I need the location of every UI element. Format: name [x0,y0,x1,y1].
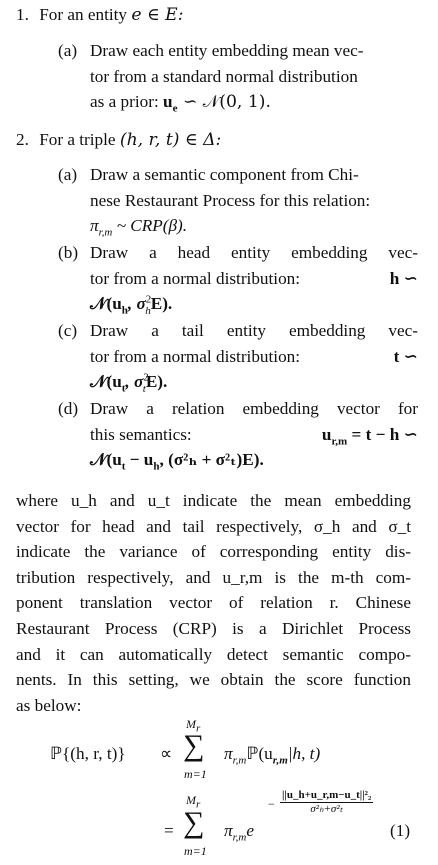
step-2c-line2-text: tor from a normal distribution: [90,346,301,366]
eq-sum2-upper-m: M [186,793,196,807]
paragraph-line: Restaurant Process (CRP) is a Dirichlet … [16,618,411,638]
eq-term1-p: ℙ(u [246,744,273,763]
eq-exponent-fraction: ||u_h+u_r,m−u_t||²₂ σ²ₕ+σ²ₜ [280,788,374,816]
step-1a-line1: Draw each entity embedding mean vec- [90,41,364,60]
step-1a-line3-text: as a prior: [90,92,159,112]
eq-term1-pi: π [224,744,233,763]
eq-propto: ∝ [160,744,173,763]
step-2b-line1: Draw a head entity embedding vec- [90,243,418,262]
step-2a-label: (a) [58,165,78,184]
eq-sum2-upper: Mr [186,793,200,810]
step-2d-body: Draw a relation embedding vector for thi… [90,396,418,473]
step-2a: (a) Draw a semantic component from Chi- … [58,162,418,239]
eq-exponent-numerator: ||u_h+u_r,m−u_t||²₂ [280,788,374,803]
eq-term2-sub: r,m [232,831,247,844]
step-2c: (c) Draw a tail entity embedding vec- to… [58,318,418,395]
step-2a-line3: πr,m ~ CRP(β). [90,213,418,239]
paragraph-line: as below: [16,695,82,715]
eq-sum2-lower: m=1 [184,844,207,858]
paper-page: 1. For an entity e ∈ E: (a) Draw each en… [0,0,438,865]
eq-term1-sub2: r,m [272,754,288,767]
body-paragraph: where u_h and u_t indicate the mean embe… [16,488,411,718]
paragraph-line: ponent translation vector of relation r.… [16,593,411,613]
step-2b-label: (b) [58,243,79,262]
eq-term2-pi: π [224,821,233,840]
step-2d-line2-u: u [321,424,332,444]
step-2d-line1: Draw a relation embedding vector for [90,399,418,418]
step-2d-line3-a: 𝒩(u [90,450,122,470]
step-2d-line3-mid: − u [125,450,154,470]
paragraph-line: nents. In this setting, we obtain the sc… [16,670,411,690]
step-1: 1. For an entity e ∈ E: [16,2,426,29]
step-1a-line3: as a prior: ue ∽ 𝒩(0, 1). [90,89,418,116]
step-2b: (b) Draw a head entity embedding vec- to… [58,240,418,317]
step-1-number: 1. [16,5,29,24]
step-2: 2. For a triple (h, r, t) ∈ Δ: [16,127,426,154]
step-2c-body: Draw a tail entity embedding vec- tor fr… [90,318,418,395]
paragraph-line: tribution respectively, and u_r,m is the… [16,567,411,587]
step-2d-line2-math: ur,m = t − h ∽ [322,422,418,448]
paragraph-line: where u_h and u_t indicate the mean embe… [16,491,411,510]
step-2b-line2-text: tor from a normal distribution: [90,268,301,288]
step-2a-body: Draw a semantic component from Chi- nese… [90,162,418,239]
step-2d-line2-sub: r,m [331,435,348,448]
eq-number: (1) [390,821,411,840]
eq-sum2-sigma: ∑ [183,806,205,839]
eq-lhs: ℙ{(h, r, t)} [50,744,126,763]
eq-sum1-sigma: ∑ [183,729,205,762]
step-2b-line3-end: E). [150,294,173,314]
step-2b-line3-a: 𝒩(u [90,294,122,314]
step-2a-line1: Draw a semantic component from Chi- [90,165,359,184]
step-2b-line2: tor from a normal distribution: h ∽ [90,266,418,292]
step-2d-label: (d) [58,399,79,418]
step-2b-line3-sigma: , σ [127,294,146,314]
step-2d-line3-end: , (σ²ₕ + σ²ₜ)E). [159,450,264,470]
step-2c-line3-sigma: , σ [125,372,144,392]
step-2b-line2-math: h ∽ [389,268,418,288]
step-1-text: For an entity [39,5,128,24]
step-2c-label: (c) [58,321,78,340]
eq-sum1-lower: m=1 [184,767,207,781]
paragraph-line: indicate the variance of corresponding e… [16,542,411,562]
eq-exponent-denominator: σ²ₕ+σ²ₜ [310,802,343,815]
step-2-number: 2. [16,130,29,149]
step-2c-line3-end: E). [145,372,168,392]
step-1a-math-u: u [163,92,173,112]
eq-term1-sub: r,m [232,754,247,767]
eq-term2: πr,me [224,818,254,844]
step-2d-line2-text: this semantics: [90,424,192,444]
step-2c-line1: Draw a tail entity embedding vec- [90,321,418,340]
step-2c-line3: 𝒩(ut, σ2tE). [90,369,418,395]
eq-term1: πr,mℙ(ur,m|h, t) [224,741,320,767]
step-1a-label: (a) [58,41,78,60]
step-1a-math-rest: ∽ 𝒩(0, 1). [177,92,271,113]
step-2d-line3: 𝒩(ut − uh, (σ²ₕ + σ²ₜ)E). [90,447,418,473]
step-2a-line2: nese Restaurant Process for this relatio… [90,190,371,210]
step-2c-line3-a: 𝒩(u [90,372,122,392]
step-2d-line2: this semantics: ur,m = t − h ∽ [90,422,418,448]
step-1a-body: Draw each entity embedding mean vec- tor… [90,38,418,116]
step-1a-line2: tor from a standard normal distribution [90,66,358,86]
step-2b-body: Draw a head entity embedding vec- tor fr… [90,240,418,317]
step-2c-line2-math: t ∽ [393,346,418,366]
step-2d-line2-rest: = t − h ∽ [347,424,418,444]
paragraph-line: vector for head and tail respectively, σ… [16,516,411,536]
eq-equals: = [164,821,174,840]
eq-term1-end: |h, t) [287,744,321,763]
step-1-math: e ∈ E: [131,5,184,25]
step-2a-math-sub: r,m [98,226,113,239]
step-2-text: For a triple [39,130,116,149]
step-2c-line2: tor from a normal distribution: t ∽ [90,344,418,370]
step-2a-math-pi: π [90,216,99,236]
step-2-math: (h, r, t) ∈ Δ: [119,130,222,150]
step-1a: (a) Draw each entity embedding mean vec-… [58,38,418,116]
eq-exp-minus: − [268,797,275,811]
step-2a-math-rest: ~ CRP(β). [112,216,188,236]
step-2b-line3: 𝒩(uh, σ2hE). [90,291,418,317]
eq-exponent: ||u_h+u_r,m−u_t||²₂ σ²ₕ+σ²ₜ [280,788,374,816]
paragraph-line: and it can automatically detect semantic… [16,644,411,664]
eq-term2-e: e [246,821,255,840]
step-2d: (d) Draw a relation embedding vector for… [58,396,418,473]
